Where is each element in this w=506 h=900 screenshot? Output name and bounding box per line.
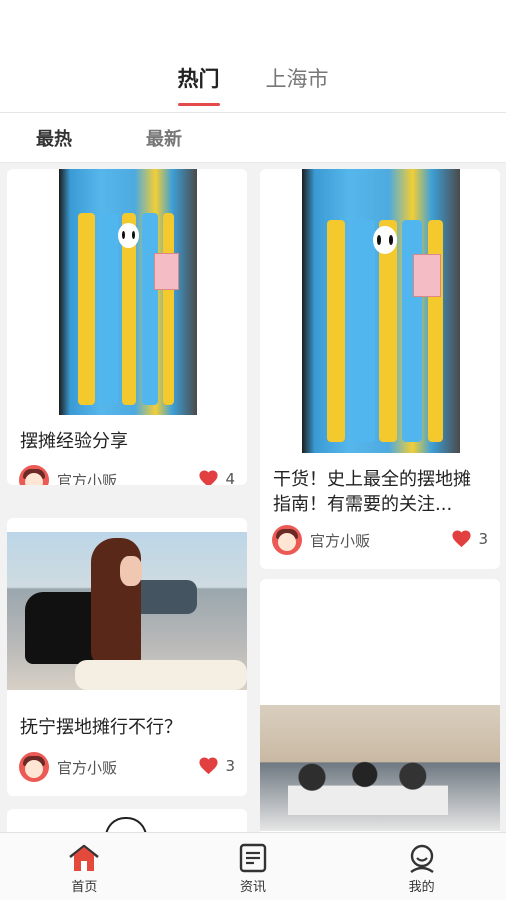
bottom-nav: 首页 资讯 我的 bbox=[0, 832, 506, 900]
post-card[interactable]: 干货！史上最全的摆地摊指南！有需要的关注... 官方小贩 3 bbox=[260, 169, 500, 569]
like-count[interactable]: 4 bbox=[198, 469, 235, 485]
location-tabs: 热门 上海市 bbox=[0, 62, 506, 108]
nav-home-label: 首页 bbox=[71, 880, 98, 895]
post-title: 抚宁摆地摊行不行？ bbox=[20, 717, 182, 738]
post-title: 摆摊经验分享 bbox=[20, 431, 128, 452]
cartoon-thumbnail bbox=[105, 817, 147, 832]
nav-news-label: 资讯 bbox=[240, 880, 267, 895]
heart-icon bbox=[452, 530, 472, 548]
sort-newest[interactable]: 最新 bbox=[146, 125, 182, 151]
post-card[interactable] bbox=[260, 579, 500, 832]
sort-tabs: 最热 最新 bbox=[0, 113, 506, 163]
tab-shanghai-label: 上海市 bbox=[265, 67, 329, 91]
post-author: 官方小贩 bbox=[19, 465, 117, 485]
like-count[interactable]: 3 bbox=[198, 756, 235, 775]
avatar bbox=[19, 465, 49, 485]
author-name: 官方小贩 bbox=[57, 471, 118, 486]
post-card[interactable] bbox=[7, 809, 247, 832]
heart-icon bbox=[199, 470, 219, 485]
classroom-photo bbox=[260, 705, 500, 831]
avatar bbox=[272, 525, 302, 555]
tab-hot-label: 热门 bbox=[177, 67, 220, 91]
avatar bbox=[19, 752, 49, 782]
nav-news[interactable]: 资讯 bbox=[169, 833, 338, 900]
tissue-pack-photo bbox=[302, 169, 460, 453]
nav-home[interactable]: 首页 bbox=[0, 833, 169, 900]
tissue-pack-photo bbox=[59, 169, 197, 415]
post-author: 官方小贩 bbox=[272, 525, 370, 555]
post-card[interactable]: 摆摊经验分享 官方小贩 4 bbox=[7, 169, 247, 485]
like-number: 4 bbox=[225, 469, 235, 486]
author-name: 官方小贩 bbox=[57, 758, 118, 777]
news-icon bbox=[239, 843, 267, 873]
sort-hottest[interactable]: 最热 bbox=[36, 125, 72, 151]
like-number: 3 bbox=[478, 529, 488, 548]
nav-profile-label: 我的 bbox=[408, 880, 435, 895]
profile-icon bbox=[409, 844, 434, 873]
active-tab-indicator bbox=[177, 103, 220, 106]
tab-shanghai[interactable]: 上海市 bbox=[266, 62, 329, 108]
like-number: 3 bbox=[225, 756, 235, 775]
post-card[interactable]: 抚宁摆地摊行不行？ 官方小贩 3 bbox=[7, 518, 247, 796]
like-count[interactable]: 3 bbox=[451, 529, 488, 548]
post-author: 官方小贩 bbox=[19, 752, 117, 782]
post-feed: 摆摊经验分享 官方小贩 4 干货！史上最全的摆地摊指南！有需要的关注... 官方… bbox=[0, 163, 506, 832]
top-header: 热门 上海市 bbox=[0, 0, 506, 113]
tab-hot[interactable]: 热门 bbox=[177, 62, 220, 108]
nav-profile[interactable]: 我的 bbox=[337, 833, 506, 900]
post-title: 干货！史上最全的摆地摊指南！有需要的关注... bbox=[273, 469, 471, 515]
street-vendor-photo bbox=[7, 532, 247, 690]
heart-icon bbox=[199, 757, 219, 775]
home-icon bbox=[69, 844, 100, 871]
author-name: 官方小贩 bbox=[310, 531, 371, 550]
